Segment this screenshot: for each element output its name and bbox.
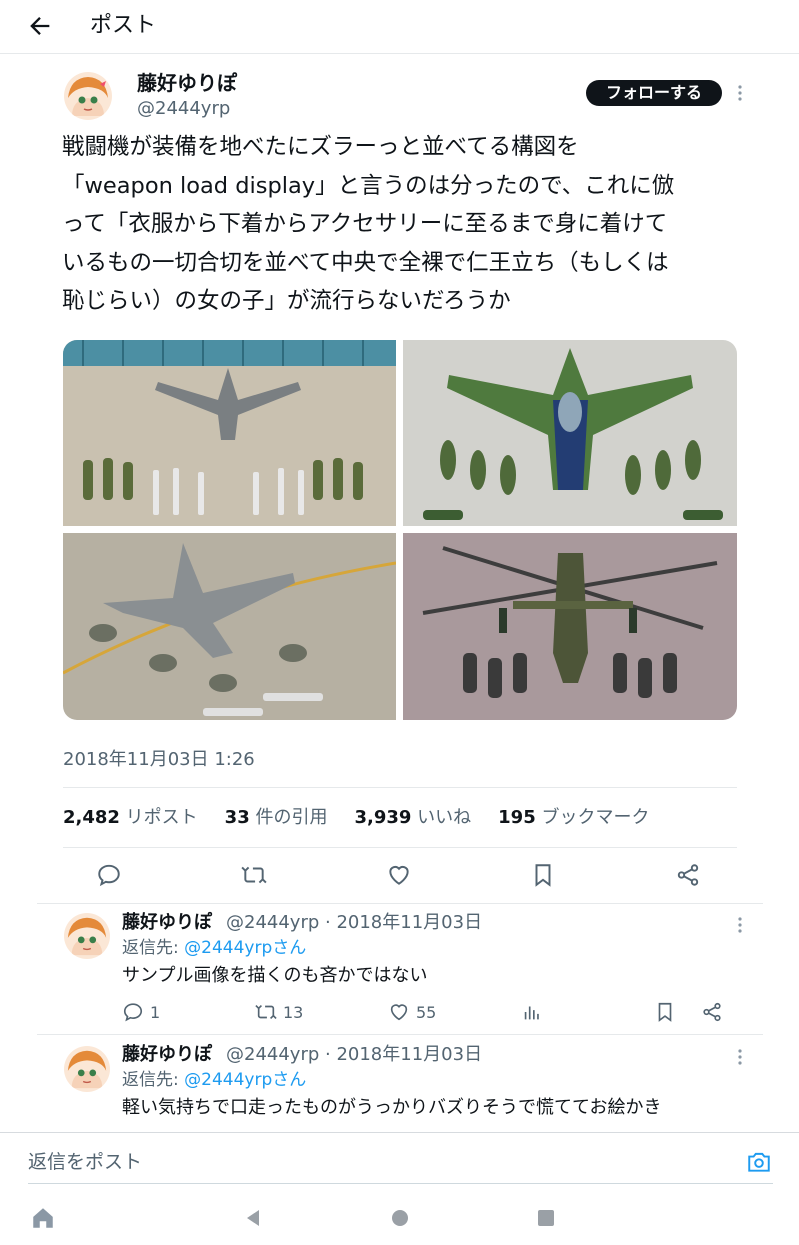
reply-text: サンプル画像を描くのも吝かではない <box>122 965 428 986</box>
author-avatar[interactable] <box>64 72 112 120</box>
bookmarks-stat[interactable]: 195 ブックマーク <box>498 804 649 832</box>
reply-to-handle[interactable]: @2444yrpさん <box>184 1070 306 1090</box>
reply-to-prefix: 返信先: <box>122 938 185 958</box>
reply-to-line: 返信先: @2444yrpさん <box>122 937 306 959</box>
reply-share-action[interactable] <box>701 1001 729 1023</box>
author-handle[interactable]: @2444yrp <box>137 97 230 121</box>
home-icon[interactable] <box>30 1205 56 1231</box>
reply-author-meta[interactable]: @2444yrp · 2018年11月03日 <box>226 1043 482 1067</box>
nav-back-icon[interactable] <box>241 1206 265 1230</box>
back-arrow-icon[interactable] <box>26 12 54 40</box>
tweet-timestamp[interactable]: 2018年11月03日 1:26 <box>63 748 255 772</box>
tweet-text: 戦闘機が装備を地べたにズラーっと並べてる構図を 「weapon load dis… <box>62 134 675 314</box>
media-grid <box>63 340 737 720</box>
quotes-stat[interactable]: 33 件の引用 <box>225 804 328 832</box>
reply-icon <box>123 1003 143 1022</box>
reply-like-action[interactable]: 55 <box>388 1001 436 1023</box>
bookmark-icon[interactable] <box>530 862 556 888</box>
like-icon[interactable] <box>386 862 412 888</box>
share-icon[interactable] <box>675 862 701 888</box>
reply-avatar[interactable] <box>64 1046 110 1092</box>
media-image-1[interactable] <box>63 340 396 526</box>
repost-icon <box>255 1004 277 1020</box>
reply-bookmark-action[interactable] <box>654 1001 682 1023</box>
camera-icon[interactable] <box>746 1149 772 1175</box>
likes-count: 3,939 <box>354 807 412 828</box>
follow-button[interactable]: フォローする <box>586 80 722 106</box>
likes-label: いいね <box>417 807 472 828</box>
divider <box>63 787 737 788</box>
bookmarks-count: 195 <box>498 807 536 828</box>
repost-icon[interactable] <box>241 862 267 888</box>
top-bar: ポスト <box>0 0 799 54</box>
reply-to-line: 返信先: @2444yrpさん <box>122 1069 306 1091</box>
quotes-label: 件の引用 <box>255 807 328 828</box>
nav-home-icon[interactable] <box>388 1206 412 1230</box>
bookmark-icon <box>658 1002 672 1022</box>
media-image-2[interactable] <box>403 340 737 526</box>
analytics-icon <box>524 1006 539 1020</box>
reply-author-meta[interactable]: @2444yrp · 2018年11月03日 <box>226 911 482 935</box>
reply-repost-action[interactable]: 13 <box>255 1001 303 1023</box>
more-options-icon[interactable] <box>737 84 743 102</box>
like-count: 55 <box>416 1002 437 1022</box>
share-icon <box>703 1002 721 1022</box>
reply-author-name[interactable]: 藤好ゆりぽ <box>122 1043 212 1067</box>
reply-reply-action[interactable]: 1 <box>122 1001 160 1023</box>
bookmarks-label: ブックマーク <box>541 807 650 828</box>
engagement-stats: 2,482 リポスト 33 件の引用 3,939 いいね 195 ブックマーク <box>63 804 676 832</box>
divider <box>37 903 763 904</box>
repost-count: 13 <box>283 1002 304 1022</box>
reply-avatar[interactable] <box>64 913 110 959</box>
reposts-count: 2,482 <box>63 807 120 828</box>
reposts-stat[interactable]: 2,482 リポスト <box>63 804 198 832</box>
reply-analytics-action[interactable] <box>521 1001 549 1023</box>
like-icon <box>390 1004 408 1021</box>
divider <box>63 847 737 848</box>
reposts-label: リポスト <box>125 807 198 828</box>
reply-count: 1 <box>150 1002 161 1022</box>
reply-to-handle[interactable]: @2444yrpさん <box>184 938 306 958</box>
nav-recents-icon[interactable] <box>534 1206 558 1230</box>
quotes-count: 33 <box>224 807 250 828</box>
reply-text: 軽い気持ちで口走ったものがうっかりバズりそうで慌ててお絵かき <box>122 1097 662 1118</box>
author-name[interactable]: 藤好ゆりぽ <box>137 70 237 96</box>
reply-author-name[interactable]: 藤好ゆりぽ <box>122 911 212 935</box>
more-options-icon[interactable] <box>737 1048 743 1066</box>
page-title: ポスト <box>90 13 157 38</box>
reply-input[interactable]: 返信をポスト <box>28 1146 728 1178</box>
divider <box>37 1034 763 1035</box>
media-image-3[interactable] <box>63 533 396 720</box>
media-image-4[interactable] <box>403 533 737 720</box>
reply-to-prefix: 返信先: <box>122 1070 185 1090</box>
reply-input-underline <box>28 1183 773 1184</box>
reply-icon[interactable] <box>96 862 122 888</box>
more-options-icon[interactable] <box>737 916 743 934</box>
likes-stat[interactable]: 3,939 いいね <box>354 804 471 832</box>
